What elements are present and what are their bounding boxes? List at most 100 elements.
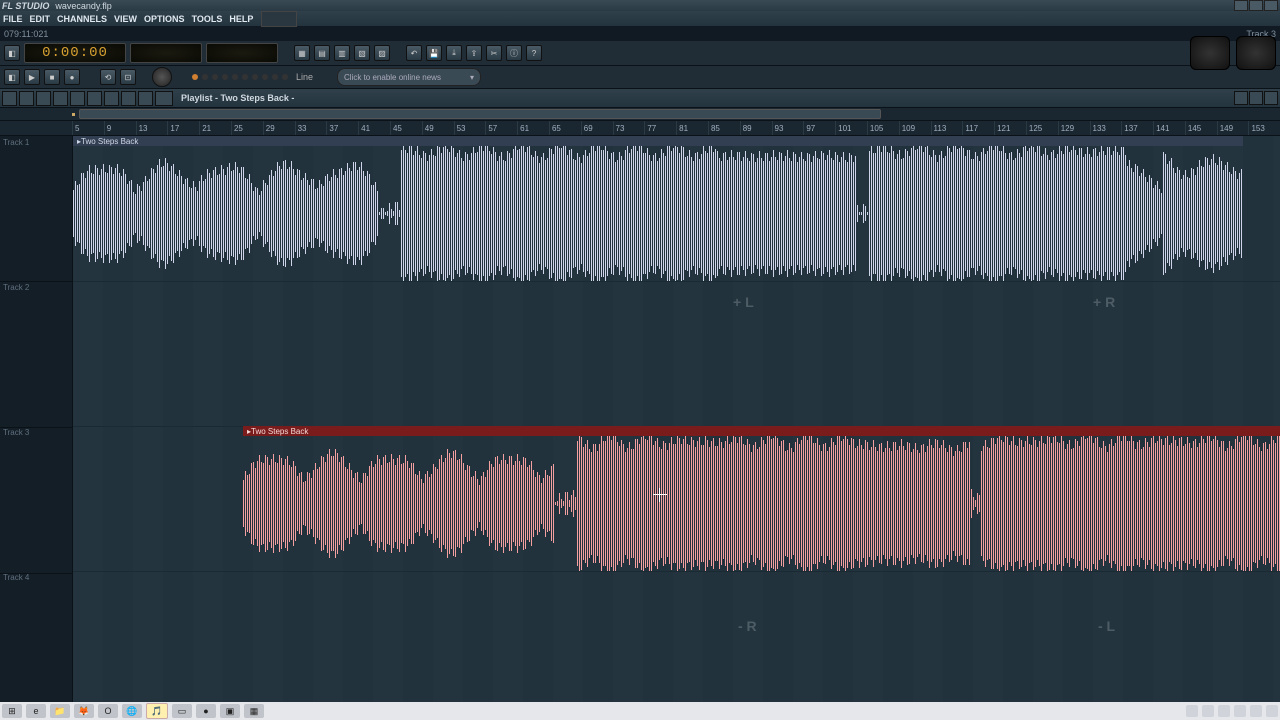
ghost-label-br: - L: [1098, 618, 1115, 634]
playlist-area: Track 1 Track 2 Track 3 Track 4 Track 5 …: [0, 136, 1280, 720]
view-browser-button[interactable]: ▧: [354, 45, 370, 61]
time-ruler[interactable]: 5913172125293337414549535761656973778185…: [0, 121, 1280, 136]
rec-led-5[interactable]: [232, 74, 238, 80]
hint-left: 079:11:021: [4, 29, 48, 39]
play-mode-button[interactable]: ◧: [4, 69, 20, 85]
news-ticker[interactable]: Click to enable online news▾: [337, 68, 481, 86]
menu-icon[interactable]: [2, 91, 17, 106]
rec-led-10[interactable]: [282, 74, 288, 80]
panel-max-button[interactable]: [1249, 91, 1263, 105]
maximize-button[interactable]: [1249, 0, 1263, 11]
playback-tool[interactable]: [138, 91, 153, 106]
app-title-bar: FL STUDIO wavecandy.flp: [0, 0, 1280, 11]
rec-led-4[interactable]: [222, 74, 228, 80]
rec-led-9[interactable]: [272, 74, 278, 80]
time-display[interactable]: 0:00:00: [24, 43, 126, 63]
stop-button[interactable]: ■: [44, 69, 60, 85]
project-filename: wavecandy.flp: [55, 1, 111, 11]
scroll-lock[interactable]: [155, 91, 173, 106]
erase-tool[interactable]: [70, 91, 85, 106]
zoom-tool[interactable]: [121, 91, 136, 106]
tray-icon[interactable]: [1250, 705, 1262, 717]
record-button[interactable]: ●: [64, 69, 80, 85]
song-loop-button[interactable]: ⟲: [100, 69, 116, 85]
one-click-button[interactable]: ✂: [486, 45, 502, 61]
menu-view[interactable]: VIEW: [111, 14, 140, 24]
view-stepseq-button[interactable]: ▤: [314, 45, 330, 61]
windows-taskbar: ⊞ e 📁 🦊 O 🌐 🎵 ▭ ● ▣ ▦: [0, 702, 1280, 720]
overview-scrollbar[interactable]: [0, 107, 1280, 121]
taskbar-explorer-icon[interactable]: 📁: [50, 704, 70, 718]
master-volume-knob[interactable]: [1190, 36, 1230, 70]
snap-label[interactable]: Line: [292, 72, 317, 82]
info-button[interactable]: ⓘ: [506, 45, 522, 61]
lane-4[interactable]: Track 4: [73, 571, 1280, 717]
menu-tools[interactable]: TOOLS: [189, 14, 226, 24]
tray-icon[interactable]: [1186, 705, 1198, 717]
select-tool[interactable]: [104, 91, 119, 106]
menu-help[interactable]: HELP: [226, 14, 256, 24]
audio-clip-bottom[interactable]: ▸Two Steps Back: [243, 426, 1280, 571]
undo-button[interactable]: ↶: [406, 45, 422, 61]
taskbar-ie-icon[interactable]: e: [26, 704, 46, 718]
track-lanes[interactable]: Track 1 Track 2 Track 3 Track 4 Track 5 …: [73, 136, 1280, 720]
minimize-button[interactable]: [1234, 0, 1248, 11]
export-button[interactable]: ⇪: [466, 45, 482, 61]
audio-clip-top[interactable]: ▸Two Steps Back: [73, 136, 1243, 281]
pattern-song-toggle[interactable]: ◧: [4, 45, 20, 61]
playhead-marker: [72, 113, 75, 116]
rec-led-1[interactable]: [192, 74, 198, 80]
meter-display[interactable]: [206, 43, 278, 63]
play-button[interactable]: ▶: [24, 69, 40, 85]
tray-icon[interactable]: [1218, 705, 1230, 717]
menu-channels[interactable]: CHANNELS: [54, 14, 110, 24]
panel-title: Playlist - Two Steps Back -: [181, 93, 294, 103]
tray-icon[interactable]: [1234, 705, 1246, 717]
rec-led-6[interactable]: [242, 74, 248, 80]
taskbar-app-icon-3[interactable]: ▣: [220, 704, 240, 718]
system-tray[interactable]: [1186, 705, 1278, 717]
cut-tool[interactable]: [87, 91, 102, 106]
view-playlist-button[interactable]: ▦: [294, 45, 310, 61]
start-button[interactable]: ⊞: [2, 704, 22, 718]
close-button[interactable]: [1264, 0, 1278, 11]
ghost-label-tr: + R: [1093, 294, 1115, 310]
view-mixer-button[interactable]: ▨: [374, 45, 390, 61]
paint-tool[interactable]: [53, 91, 68, 106]
snap-menu[interactable]: [19, 91, 34, 106]
view-pianoroll-button[interactable]: ▥: [334, 45, 350, 61]
taskbar-browser-icon[interactable]: 🌐: [122, 704, 142, 718]
menu-file[interactable]: FILE: [0, 14, 26, 24]
rec-led-7[interactable]: [252, 74, 258, 80]
playlist-toolbar: Playlist - Two Steps Back -: [0, 89, 1280, 107]
save-button[interactable]: 💾: [426, 45, 442, 61]
rec-led-2[interactable]: [202, 74, 208, 80]
tray-icon[interactable]: [1202, 705, 1214, 717]
taskbar-flstudio-icon[interactable]: 🎵: [146, 703, 168, 719]
taskbar-app-icon-1[interactable]: ▭: [172, 704, 192, 718]
taskbar-app-icon-4[interactable]: ▦: [244, 704, 264, 718]
ghost-label-bl: - R: [738, 618, 757, 634]
taskbar-app-icon-2[interactable]: ●: [196, 704, 216, 718]
render-button[interactable]: ⤓: [446, 45, 462, 61]
step-edit-button[interactable]: ⊡: [120, 69, 136, 85]
tray-icon[interactable]: [1266, 705, 1278, 717]
taskbar-chrome-icon[interactable]: O: [98, 704, 118, 718]
rec-led-3[interactable]: [212, 74, 218, 80]
master-pitch-knob[interactable]: [1236, 36, 1276, 70]
window-controls: [1234, 0, 1278, 11]
tempo-display[interactable]: [130, 43, 202, 63]
clip-header: ▸Two Steps Back: [243, 426, 1280, 436]
panel-min-button[interactable]: [1234, 91, 1248, 105]
pattern-selector[interactable]: [152, 67, 172, 87]
menu-edit[interactable]: EDIT: [27, 14, 54, 24]
taskbar-firefox-icon[interactable]: 🦊: [74, 704, 94, 718]
panel-close-button[interactable]: [1264, 91, 1278, 105]
rec-led-8[interactable]: [262, 74, 268, 80]
scroll-thumb[interactable]: [79, 109, 881, 119]
menu-badge[interactable]: [261, 11, 297, 27]
help-button[interactable]: ?: [526, 45, 542, 61]
draw-tool[interactable]: [36, 91, 51, 106]
ghost-label-tl: + L: [733, 294, 754, 310]
menu-options[interactable]: OPTIONS: [141, 14, 188, 24]
